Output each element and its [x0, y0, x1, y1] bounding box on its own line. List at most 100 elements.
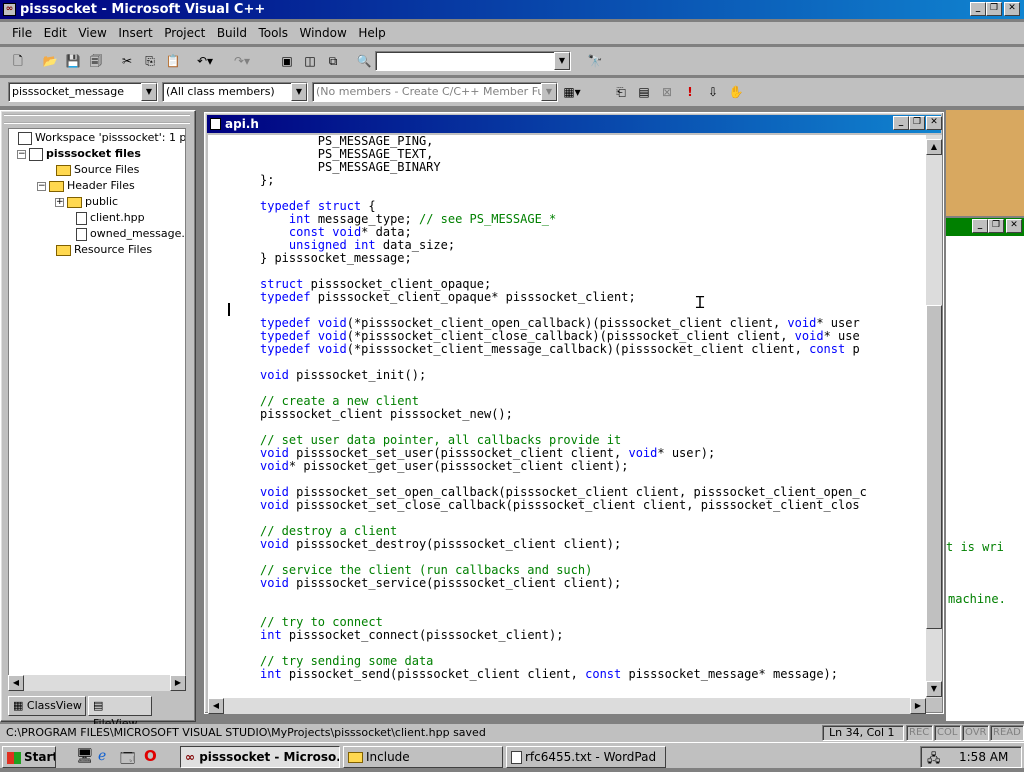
menu-view[interactable]: View	[74, 22, 110, 44]
code-editor[interactable]: PS_MESSAGE_PING, PS_MESSAGE_TEXT, PS_MES…	[208, 135, 926, 698]
class-combo[interactable]: pisssocket_message ▼	[8, 82, 158, 102]
tree-item-source-files[interactable]: Source Files	[53, 162, 139, 178]
editor-vscroll[interactable]: ▲ ▼	[926, 135, 942, 698]
wordpad-icon	[511, 751, 522, 764]
code-text: PS_MESSAGE_PING, PS_MESSAGE_TEXT, PS_MES…	[260, 135, 867, 681]
hand-icon[interactable]: ✋	[726, 83, 746, 102]
chevron-down-icon[interactable]: ▼	[141, 83, 157, 101]
editor-hscroll[interactable]: ◀ ▶	[208, 698, 926, 714]
scroll-up-icon[interactable]: ▲	[926, 139, 942, 155]
status-bar: C:\PROGRAM FILES\MICROSOFT VISUAL STUDIO…	[0, 724, 1024, 742]
chevron-down-icon[interactable]: ▼	[541, 83, 557, 101]
tab-fileview[interactable]: ▤ FileView	[88, 696, 152, 730]
tree-item-client-hpp[interactable]: client.hpp	[73, 210, 145, 226]
bg-maximize-button[interactable]: ❐	[988, 219, 1004, 233]
maximize-button[interactable]: ❐	[986, 2, 1002, 16]
text-caret	[228, 303, 230, 316]
save-icon[interactable]: 💾	[63, 52, 83, 71]
tree-item-public[interactable]: + public	[55, 194, 118, 210]
tree-hscroll[interactable]: ◀ ▶	[8, 675, 186, 691]
menu-build[interactable]: Build	[213, 22, 251, 44]
redo-icon[interactable]: ↷▾	[232, 52, 252, 71]
menu-help[interactable]: Help	[354, 22, 389, 44]
windows-logo-icon	[7, 751, 21, 764]
quick-launch-explorer-icon[interactable]: 🗔	[120, 748, 135, 772]
tray-network-icon[interactable]: 🖧	[927, 749, 940, 770]
tree-item-owned-message[interactable]: owned_message.hpp	[73, 226, 185, 242]
tree-item-project[interactable]: − pisssocket files	[17, 146, 141, 162]
save-all-icon[interactable]: 🗐	[86, 52, 106, 71]
chevron-down-icon[interactable]: ▼	[554, 52, 570, 70]
vcpp-icon: ∞	[185, 750, 200, 764]
find-icon[interactable]: 🔭	[585, 52, 605, 71]
cut-icon[interactable]: ✂	[117, 52, 137, 71]
editor-maximize-button[interactable]: ❐	[909, 116, 925, 130]
status-col: COL	[934, 725, 961, 741]
quick-launch-desktop-icon[interactable]: 🖥	[76, 748, 94, 764]
minimize-button[interactable]: _	[970, 2, 986, 16]
paste-icon[interactable]: 📋	[163, 52, 183, 71]
wizard-action-icon[interactable]: ▦▾	[562, 83, 582, 102]
collapse-icon[interactable]: −	[37, 181, 46, 191]
find-in-files-icon[interactable]: 🔍	[354, 52, 374, 71]
task-include[interactable]: Include	[343, 746, 503, 768]
build-icon[interactable]: ▤	[634, 83, 654, 102]
background-window-top	[946, 110, 1024, 216]
scroll-left-icon[interactable]: ◀	[8, 675, 24, 691]
background-window[interactable]: _ ❐ ✕ t is wri machine.	[946, 218, 1024, 721]
tree-item-workspace[interactable]: Workspace 'pisssocket': 1 project(s)	[15, 130, 185, 146]
folder-icon	[348, 752, 363, 763]
app-title-bar[interactable]: ∞ pisssocket - Microsoft Visual C++ _ ❐ …	[0, 0, 1024, 19]
insert-breakpoint-icon[interactable]: ⇩	[703, 83, 723, 102]
menu-project[interactable]: Project	[160, 22, 209, 44]
task-wordpad[interactable]: rfc6455.txt - WordPad	[506, 746, 666, 768]
execute-icon[interactable]: !	[680, 83, 700, 102]
editor-minimize-button[interactable]: _	[893, 116, 909, 130]
menu-tools[interactable]: Tools	[254, 22, 292, 44]
menu-window[interactable]: Window	[296, 22, 351, 44]
filter-combo[interactable]: (All class members) ▼	[162, 82, 308, 102]
close-button[interactable]: ✕	[1004, 2, 1020, 16]
tab-classview[interactable]: ▦ ClassView	[8, 696, 86, 716]
find-combo[interactable]: ▼	[375, 51, 571, 71]
workspace-icon	[18, 131, 32, 145]
tree-item-resource-files[interactable]: Resource Files	[53, 242, 152, 258]
classview-icon: ▦	[13, 699, 27, 712]
quick-launch-opera-icon[interactable]: O	[144, 747, 157, 765]
quick-launch-ie-icon[interactable]: ℯ	[98, 748, 106, 764]
scroll-down-icon[interactable]: ▼	[926, 681, 942, 697]
menu-edit[interactable]: Edit	[40, 22, 71, 44]
stop-build-icon[interactable]: ⊠	[657, 83, 677, 102]
background-window-titlebar[interactable]: _ ❐ ✕	[946, 218, 1024, 236]
editor-close-button[interactable]: ✕	[926, 116, 942, 130]
workspace-icon[interactable]: ▣	[277, 52, 297, 71]
output-icon[interactable]: ◫	[300, 52, 320, 71]
bg-close-button[interactable]: ✕	[1006, 219, 1022, 233]
open-icon[interactable]: 📂	[40, 52, 60, 71]
window-list-icon[interactable]: ⧉	[323, 52, 343, 71]
new-file-icon[interactable]: 🗋	[8, 52, 28, 71]
bg-text-2: machine.	[948, 592, 1006, 606]
standard-toolbar: 🗋 📂 💾 🗐 ✂ ⎘ 📋 ↶▾ ↷▾ ▣ ◫ ⧉ 🔍 ▼ 🔭	[0, 47, 1024, 75]
scroll-right-icon[interactable]: ▶	[170, 675, 186, 691]
bg-minimize-button[interactable]: _	[972, 219, 988, 233]
menu-file[interactable]: File	[8, 22, 36, 44]
start-button[interactable]: Start	[2, 746, 56, 768]
menu-insert[interactable]: Insert	[114, 22, 156, 44]
clock[interactable]: 1:58 AM	[959, 750, 1008, 764]
scroll-right-icon[interactable]: ▶	[910, 698, 926, 714]
members-combo[interactable]: (No members - Create C/C++ Member Functi…	[312, 82, 558, 102]
task-visual-cpp[interactable]: ∞ pisssocket - Microso...	[180, 746, 340, 768]
chevron-down-icon[interactable]: ▼	[291, 83, 307, 101]
compile-icon[interactable]: ⎗	[611, 83, 631, 102]
copy-icon[interactable]: ⎘	[140, 52, 160, 71]
workspace-grip[interactable]	[4, 114, 190, 124]
tree-item-header-files[interactable]: − Header Files	[37, 178, 135, 194]
scroll-thumb[interactable]	[926, 305, 942, 629]
app-icon: ∞	[3, 3, 16, 16]
scroll-left-icon[interactable]: ◀	[208, 698, 224, 714]
editor-title-bar[interactable]: api.h _ ❐ ✕	[207, 115, 942, 133]
expand-icon[interactable]: +	[55, 197, 64, 207]
undo-icon[interactable]: ↶▾	[195, 52, 215, 71]
collapse-icon[interactable]: −	[17, 149, 26, 159]
